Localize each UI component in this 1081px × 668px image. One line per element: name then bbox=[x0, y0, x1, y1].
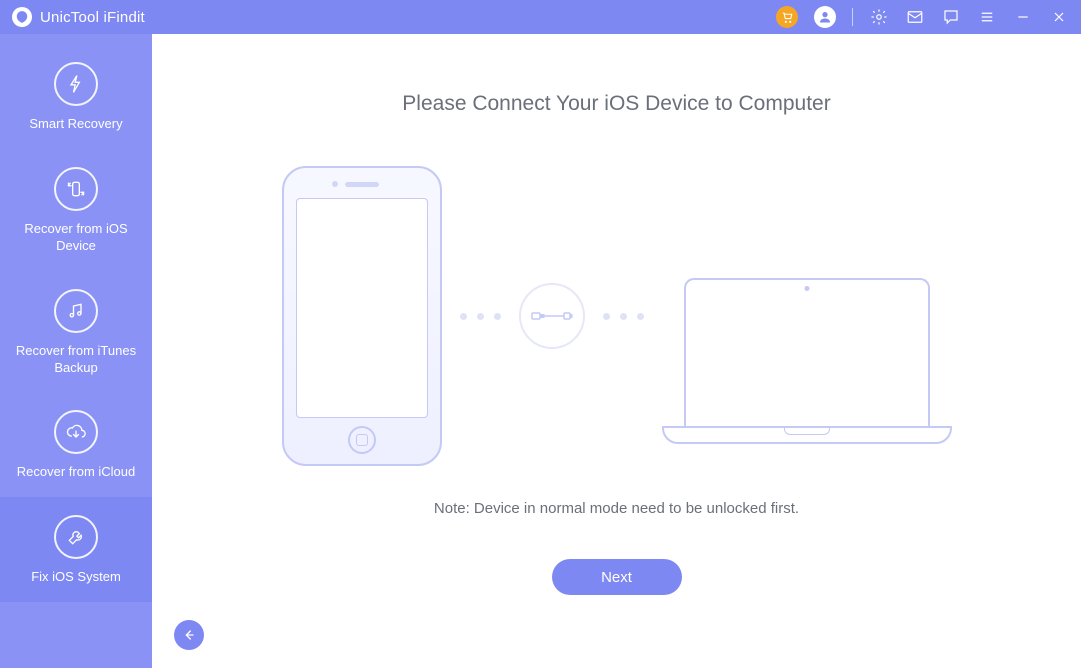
note-text: Note: Device in normal mode need to be u… bbox=[152, 500, 1081, 517]
sidebar-item-label: Recover from iTunes Backup bbox=[8, 343, 144, 377]
app-logo-icon bbox=[12, 7, 32, 27]
lightning-icon bbox=[54, 62, 98, 106]
user-icon[interactable] bbox=[814, 6, 836, 28]
sidebar-item-recover-icloud[interactable]: Recover from iCloud bbox=[0, 392, 152, 497]
sidebar-item-label: Fix iOS System bbox=[31, 569, 121, 586]
page-heading: Please Connect Your iOS Device to Comput… bbox=[152, 92, 1081, 116]
gear-icon[interactable] bbox=[869, 7, 889, 27]
sidebar: Smart Recovery Recover from iOS Device R… bbox=[0, 34, 152, 668]
minimize-icon[interactable] bbox=[1013, 7, 1033, 27]
sidebar-item-recover-ios-device[interactable]: Recover from iOS Device bbox=[0, 149, 152, 271]
cart-icon[interactable] bbox=[776, 6, 798, 28]
app-title: UnicTool iFindit bbox=[40, 9, 145, 26]
titlebar: UnicTool iFindit bbox=[0, 0, 1081, 34]
back-button[interactable] bbox=[174, 620, 204, 650]
sidebar-item-label: Recover from iCloud bbox=[17, 464, 136, 481]
sidebar-item-label: Smart Recovery bbox=[29, 116, 122, 133]
connect-illustration bbox=[152, 166, 1081, 466]
wrench-icon bbox=[54, 515, 98, 559]
sidebar-item-recover-itunes[interactable]: Recover from iTunes Backup bbox=[0, 271, 152, 393]
laptop-illustration-icon bbox=[662, 278, 952, 458]
next-button[interactable]: Next bbox=[552, 559, 682, 595]
dots-right bbox=[603, 313, 644, 320]
mail-icon[interactable] bbox=[905, 7, 925, 27]
close-icon[interactable] bbox=[1049, 7, 1069, 27]
feedback-icon[interactable] bbox=[941, 7, 961, 27]
phone-refresh-icon bbox=[54, 167, 98, 211]
dots-left bbox=[460, 313, 501, 320]
phone-illustration-icon bbox=[282, 166, 442, 466]
cloud-download-icon bbox=[54, 410, 98, 454]
cable-icon bbox=[519, 283, 585, 349]
music-note-icon bbox=[54, 289, 98, 333]
sidebar-item-fix-ios[interactable]: Fix iOS System bbox=[0, 497, 152, 602]
divider bbox=[852, 8, 853, 26]
sidebar-item-label: Recover from iOS Device bbox=[8, 221, 144, 255]
menu-icon[interactable] bbox=[977, 7, 997, 27]
main-panel: Please Connect Your iOS Device to Comput… bbox=[152, 34, 1081, 668]
sidebar-item-smart-recovery[interactable]: Smart Recovery bbox=[0, 44, 152, 149]
